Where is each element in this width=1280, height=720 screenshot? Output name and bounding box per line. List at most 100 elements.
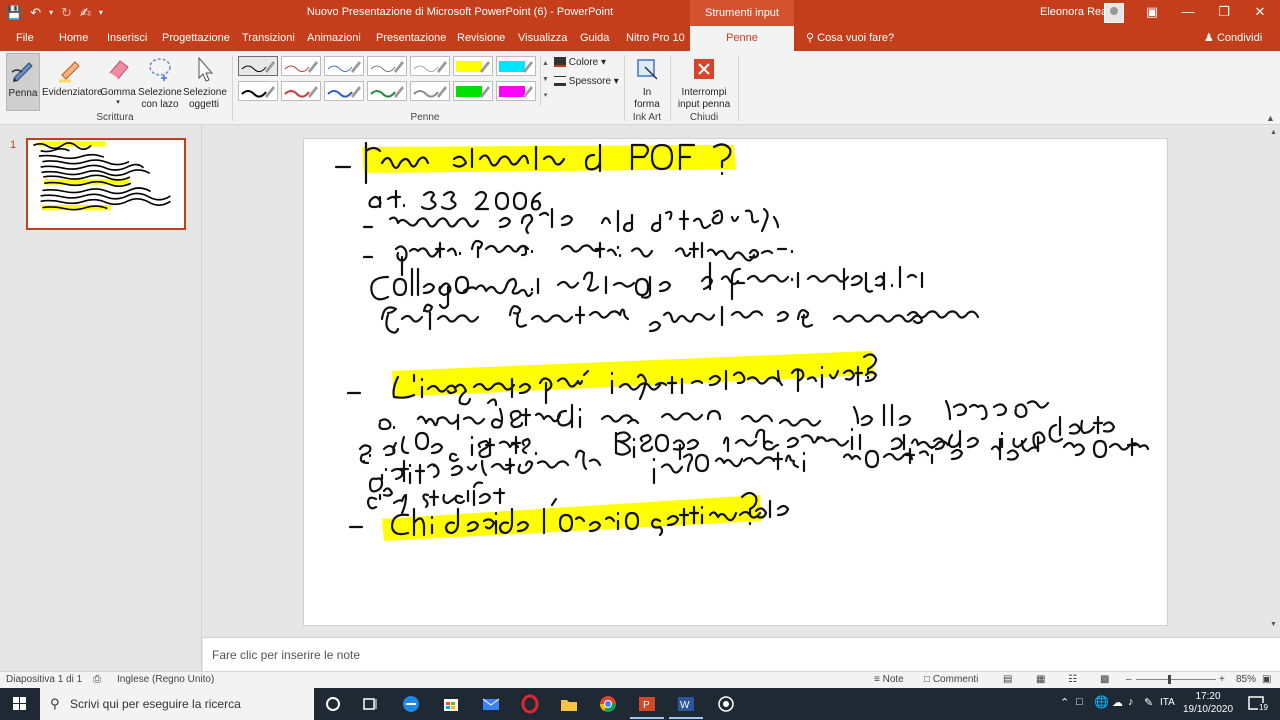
cortana-icon[interactable]: [322, 694, 344, 714]
share-button[interactable]: ♟ Condividi: [1204, 26, 1262, 51]
pen-swatch[interactable]: [281, 56, 321, 76]
word-icon[interactable]: W: [669, 694, 703, 719]
highlighter-button[interactable]: Evidenziatore: [42, 53, 103, 111]
tab-file[interactable]: File: [10, 26, 40, 51]
user-name[interactable]: Eleonora Rea: [1040, 6, 1107, 18]
undo-icon[interactable]: ↶: [30, 3, 41, 23]
slide-thumbnail-image: [33, 141, 171, 211]
network-icon[interactable]: □: [1076, 696, 1083, 708]
file-explorer-icon[interactable]: [558, 694, 580, 714]
pen-swatch[interactable]: [281, 81, 321, 101]
notes-toggle[interactable]: ≡ Note: [874, 674, 904, 685]
spellcheck-icon[interactable]: ⎙: [93, 674, 101, 685]
tray-overflow-icon[interactable]: ⌃: [1060, 696, 1069, 709]
pen-button[interactable]: Penna: [6, 53, 40, 111]
tab-inserisci[interactable]: Inserisci: [101, 26, 153, 51]
pen-swatch[interactable]: [367, 81, 407, 101]
tab-visualizza[interactable]: Visualizza: [512, 26, 573, 51]
pen-swatch[interactable]: [324, 81, 364, 101]
context-tab-label: Strumenti input penna: [690, 0, 794, 45]
tab-nitro[interactable]: Nitro Pro 10: [620, 26, 691, 51]
taskbar-search[interactable]: ⚲ Scrivi qui per eseguire la ricerca: [40, 688, 314, 720]
lightbulb-icon: ⚲: [806, 32, 815, 44]
eraser-dropdown-icon[interactable]: ▾: [100, 99, 136, 107]
avatar[interactable]: [1104, 3, 1124, 23]
share-label: Condividi: [1216, 32, 1263, 44]
comments-toggle[interactable]: □ Commenti: [924, 674, 978, 685]
redo-icon[interactable]: ↻: [61, 3, 72, 23]
pen-swatch[interactable]: [238, 81, 278, 101]
mail-icon[interactable]: [480, 694, 502, 714]
notes-pane[interactable]: Fare clic per inserire le note: [203, 637, 1280, 671]
tab-penne[interactable]: Penne: [690, 26, 794, 51]
collapse-ribbon-icon[interactable]: ▲: [1266, 113, 1275, 123]
pen-gallery-scroll[interactable]: ▲ ▼ ▾: [540, 56, 550, 106]
thickness-dropdown[interactable]: Spessore ▾: [554, 76, 619, 87]
eraser-button[interactable]: Gomma ▾: [100, 53, 136, 111]
close-icon[interactable]: ✕: [1242, 0, 1278, 26]
globe-icon[interactable]: 🌐: [1094, 695, 1109, 709]
language-indicator[interactable]: Inglese (Regno Unito): [117, 674, 214, 685]
start-button[interactable]: [0, 688, 40, 720]
select-objects-button[interactable]: Selezione oggetti: [183, 53, 227, 111]
scroll-up-icon[interactable]: ▲: [1270, 129, 1277, 136]
pen-swatch[interactable]: [453, 81, 493, 101]
tell-me-box[interactable]: ⚲ Cosa vuoi fare?: [806, 26, 894, 51]
tab-guida[interactable]: Guida: [574, 26, 615, 51]
reading-view-icon[interactable]: ☷: [1068, 674, 1077, 685]
lasso-select-button[interactable]: Selezione con lazo: [138, 53, 182, 111]
volume-icon[interactable]: ♪: [1128, 696, 1134, 708]
color-dropdown[interactable]: Colore ▾: [554, 57, 606, 68]
zoom-slider-thumb[interactable]: [1168, 675, 1171, 684]
notification-count: 19: [1258, 703, 1269, 712]
zoom-in-icon[interactable]: +: [1219, 674, 1225, 685]
tab-revisione[interactable]: Revisione: [451, 26, 511, 51]
zoom-slider[interactable]: [1136, 679, 1216, 680]
tab-progettazione[interactable]: Progettazione: [156, 26, 236, 51]
scroll-down-icon[interactable]: ▼: [1270, 621, 1277, 628]
pen-swatch[interactable]: [367, 56, 407, 76]
notification-center-icon[interactable]: 19: [1246, 694, 1269, 714]
pen-swatch[interactable]: [410, 81, 450, 101]
save-icon[interactable]: 💾: [6, 3, 22, 23]
onedrive-icon[interactable]: ☁: [1112, 696, 1123, 709]
zoom-level[interactable]: 85%: [1236, 674, 1256, 685]
ink-to-shape-button[interactable]: In forma: [628, 53, 666, 111]
opera-icon[interactable]: [519, 694, 541, 714]
pen-workspace-icon[interactable]: ✎: [1144, 696, 1153, 709]
recorder-icon[interactable]: [715, 694, 737, 714]
system-clock[interactable]: 17:20 19/10/2020: [1182, 690, 1234, 716]
task-view-icon[interactable]: [360, 694, 382, 714]
tab-presentazione[interactable]: Presentazione: [370, 26, 452, 51]
normal-view-icon[interactable]: ▤: [1003, 674, 1012, 685]
pen-swatch[interactable]: [496, 81, 536, 101]
fit-to-window-icon[interactable]: ▣: [1262, 674, 1271, 685]
slide-canvas[interactable]: [303, 138, 1168, 626]
zoom-out-icon[interactable]: –: [1126, 674, 1132, 685]
tab-home[interactable]: Home: [53, 26, 94, 51]
edge-browser-icon[interactable]: [400, 694, 422, 714]
store-icon[interactable]: [440, 694, 462, 714]
slide-thumbnail[interactable]: [26, 138, 186, 230]
pen-swatch[interactable]: [410, 56, 450, 76]
input-language[interactable]: ITA: [1160, 697, 1175, 708]
pen-swatch[interactable]: [238, 56, 278, 76]
slide-sorter-icon[interactable]: ▦: [1036, 674, 1045, 685]
stop-inking-button[interactable]: Interrompi input penna: [674, 53, 734, 111]
maximize-icon[interactable]: ❐: [1206, 0, 1242, 26]
undo-dropdown-icon[interactable]: ▾: [49, 3, 53, 23]
tab-transizioni[interactable]: Transizioni: [236, 26, 301, 51]
tab-animazioni[interactable]: Animazioni: [301, 26, 367, 51]
powerpoint-icon[interactable]: P: [630, 694, 664, 719]
pen-swatch[interactable]: [453, 56, 493, 76]
vertical-scrollbar[interactable]: ▲ ▼: [1268, 125, 1280, 637]
notes-toggle-label: Note: [882, 674, 904, 685]
pen-swatch[interactable]: [324, 56, 364, 76]
pen-swatch[interactable]: [496, 56, 536, 76]
chrome-icon[interactable]: [597, 694, 619, 714]
slideshow-icon[interactable]: ▩: [1100, 674, 1109, 685]
customize-qat-icon[interactable]: ▾: [99, 3, 103, 23]
touch-mode-icon[interactable]: ✍: [80, 3, 91, 23]
ribbon-display-options-icon[interactable]: ▣: [1134, 0, 1170, 26]
minimize-icon[interactable]: —: [1170, 0, 1206, 26]
